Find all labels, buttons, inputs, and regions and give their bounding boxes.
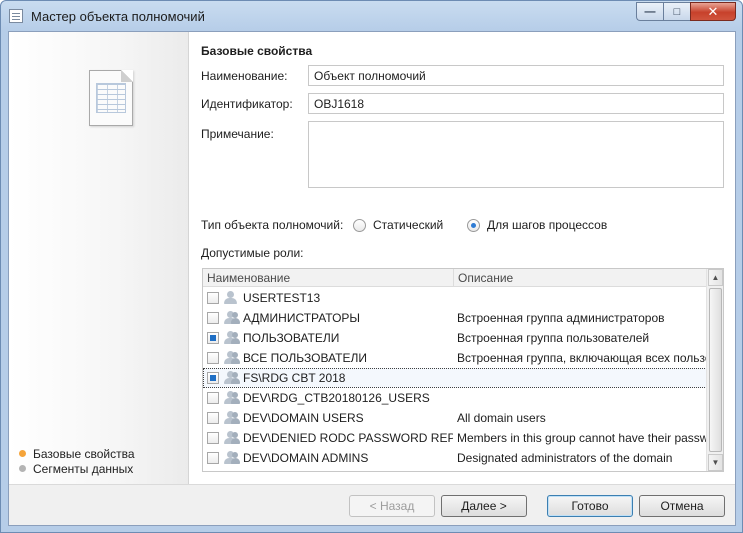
- scroll-down-button[interactable]: ▼: [708, 454, 723, 471]
- step-data-segments[interactable]: Сегменты данных: [19, 461, 135, 476]
- table-row[interactable]: DEV\DOMAIN ADMINS Designated administrato…: [203, 448, 707, 468]
- wizard-footer: < Назад Далее > Готово Отмена: [9, 484, 735, 525]
- role-description: Встроенная группа администраторов: [457, 311, 665, 325]
- wizard-client-area: Базовые свойства Сегменты данных Базовые…: [8, 31, 736, 526]
- name-input[interactable]: Объект полномочий: [308, 65, 724, 86]
- window-title: Мастер объекта полномочий: [31, 9, 205, 24]
- radio-label: Для шагов процессов: [487, 218, 608, 232]
- user-group-icon: [223, 431, 240, 445]
- table-row[interactable]: ПОЛЬЗОВАТЕЛИ Встроенная группа пользовате…: [203, 328, 707, 348]
- id-input[interactable]: OBJ1618: [308, 93, 724, 114]
- wizard-main-panel: Базовые свойства Наименование: Объект по…: [191, 32, 737, 484]
- roles-list[interactable]: Наименование Описание USERTEST13 АДМИНИСТ…: [202, 268, 724, 472]
- role-checkbox[interactable]: [207, 292, 219, 304]
- scroll-up-button[interactable]: ▲: [708, 269, 723, 286]
- table-row[interactable]: ВСЕ ПОЛЬЗОВАТЕЛИ Встроенная группа, включ…: [203, 348, 707, 368]
- roles-rows: USERTEST13 АДМИНИСТРАТОРЫ Встроенная групп…: [203, 288, 707, 468]
- role-name: ВСЕ ПОЛЬЗОВАТЕЛИ: [243, 351, 368, 365]
- role-checkbox[interactable]: [207, 312, 219, 324]
- role-description: Designated administrators of the domain: [457, 451, 673, 465]
- wizard-sidebar: Базовые свойства Сегменты данных: [9, 32, 189, 484]
- app-window-icon: [9, 9, 23, 23]
- step-inactive-dot-icon: [19, 465, 26, 472]
- wizard-steps: Базовые свойства Сегменты данных: [19, 446, 135, 476]
- role-checkbox[interactable]: [207, 372, 219, 384]
- user-group-icon: [223, 351, 240, 365]
- wizard-window: Мастер объекта полномочий — □ ✕ Базовые …: [0, 0, 743, 533]
- role-description: All domain users: [457, 411, 546, 425]
- name-label: Наименование:: [201, 69, 288, 83]
- table-row[interactable]: АДМИНИСТРАТОРЫ Встроенная группа админист…: [203, 308, 707, 328]
- close-button[interactable]: ✕: [690, 2, 736, 21]
- user-group-icon: [223, 311, 240, 325]
- role-checkbox[interactable]: [207, 412, 219, 424]
- object-type-row: Тип объекта полномочий: Статический Для …: [201, 216, 721, 234]
- role-description: Встроенная группа, включающая всех польз…: [457, 351, 707, 365]
- radio-circle-checked-icon: [467, 218, 480, 232]
- note-textarea[interactable]: [308, 121, 724, 188]
- close-icon: ✕: [707, 3, 719, 19]
- table-row[interactable]: USERTEST13: [203, 288, 707, 308]
- column-header-description[interactable]: Описание: [458, 271, 513, 285]
- step-label: Базовые свойства: [33, 446, 135, 461]
- roles-label: Допустимые роли:: [201, 246, 304, 260]
- radio-static[interactable]: Статический: [353, 218, 443, 232]
- role-name: DEV\DENIED RODC PASSWORD REPLICATIC: [243, 431, 453, 445]
- role-checkbox[interactable]: [207, 332, 219, 344]
- step-basic-properties[interactable]: Базовые свойства: [19, 446, 135, 461]
- column-header-name[interactable]: Наименование: [207, 271, 290, 285]
- role-name: DEV\DOMAIN ADMINS: [243, 451, 369, 465]
- user-group-icon: [223, 411, 240, 425]
- title-bar[interactable]: Мастер объекта полномочий — □ ✕: [1, 1, 742, 33]
- role-description: Встроенная группа пользователей: [457, 331, 650, 345]
- role-name: FS\RDG CBT 2018: [243, 371, 346, 385]
- user-icon: [223, 291, 239, 305]
- back-button[interactable]: < Назад: [349, 495, 435, 517]
- maximize-icon: □: [673, 5, 681, 18]
- section-title: Базовые свойства: [201, 44, 313, 58]
- user-group-icon: [223, 331, 240, 345]
- table-row[interactable]: DEV\DENIED RODC PASSWORD REPLICATIC Membe…: [203, 428, 707, 448]
- step-label: Сегменты данных: [33, 461, 134, 476]
- roles-list-header: Наименование Описание: [203, 269, 707, 287]
- radio-label: Статический: [373, 218, 444, 232]
- minimize-icon: —: [644, 5, 656, 18]
- role-checkbox[interactable]: [207, 352, 219, 364]
- note-label: Примечание:: [201, 127, 274, 141]
- role-name: АДМИНИСТРАТОРЫ: [243, 311, 361, 325]
- finish-button[interactable]: Готово: [547, 495, 633, 517]
- object-type-label: Тип объекта полномочий:: [201, 218, 344, 232]
- user-group-icon: [223, 371, 240, 385]
- window-controls: — □ ✕: [636, 2, 736, 21]
- id-label: Идентификатор:: [201, 97, 293, 111]
- maximize-button[interactable]: □: [663, 2, 690, 21]
- document-table-icon: [89, 70, 133, 126]
- cancel-button[interactable]: Отмена: [639, 495, 725, 517]
- role-checkbox[interactable]: [207, 392, 219, 404]
- table-row[interactable]: DEV\DOMAIN USERS All domain users: [203, 408, 707, 428]
- role-checkbox[interactable]: [207, 452, 219, 464]
- table-row[interactable]: FS\RDG CBT 2018: [203, 368, 707, 388]
- minimize-button[interactable]: —: [636, 2, 663, 21]
- role-name: USERTEST13: [243, 291, 321, 305]
- role-name: ПОЛЬЗОВАТЕЛИ: [243, 331, 340, 345]
- scroll-thumb[interactable]: [709, 288, 722, 452]
- roles-scrollbar[interactable]: ▲ ▼: [706, 269, 723, 471]
- role-description: Members in this group cannot have their …: [457, 431, 707, 445]
- radio-process-steps[interactable]: Для шагов процессов: [467, 218, 607, 232]
- radio-circle-icon: [353, 218, 366, 232]
- user-group-icon: [223, 391, 240, 405]
- table-row[interactable]: DEV\RDG_CTB20180126_USERS: [203, 388, 707, 408]
- step-active-dot-icon: [19, 450, 26, 457]
- role-name: DEV\RDG_CTB20180126_USERS: [243, 391, 430, 405]
- role-name: DEV\DOMAIN USERS: [243, 411, 364, 425]
- next-button[interactable]: Далее >: [441, 495, 527, 517]
- role-checkbox[interactable]: [207, 432, 219, 444]
- user-group-icon: [223, 451, 240, 465]
